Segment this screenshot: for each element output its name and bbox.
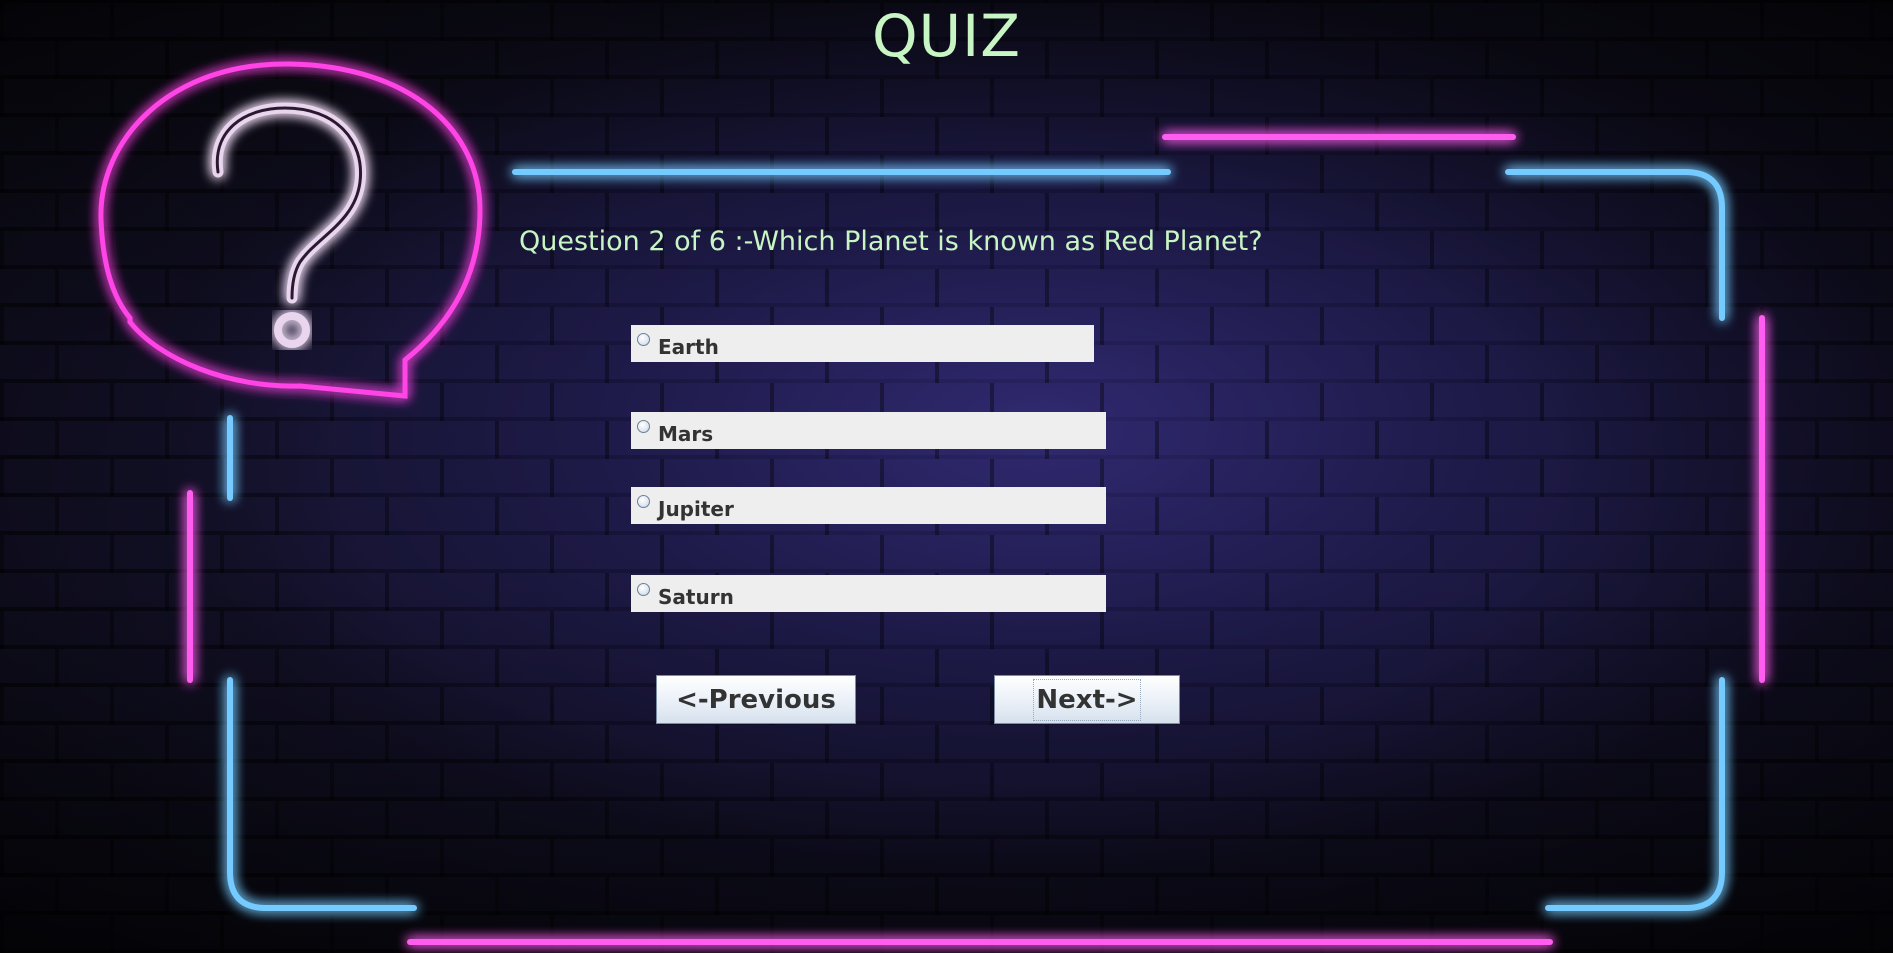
blue-neon-frame — [227, 169, 1725, 911]
quiz-title: QUIZ — [872, 2, 1021, 70]
radio-button-icon[interactable] — [637, 333, 650, 346]
option-label: Earth — [658, 334, 719, 359]
next-button[interactable]: Next-> — [994, 675, 1180, 724]
previous-button-label: <-Previous — [676, 684, 836, 715]
radio-button-icon[interactable] — [637, 583, 650, 596]
question-mark-speech-bubble-icon — [98, 61, 483, 399]
radio-button-icon[interactable] — [637, 495, 650, 508]
option-jupiter[interactable]: Jupiter — [631, 487, 1106, 524]
option-mars[interactable]: Mars — [631, 412, 1106, 449]
option-label: Jupiter — [658, 496, 734, 521]
quiz-window: QUIZ Question 2 of 6 :-Which Planet is k… — [0, 0, 1893, 953]
next-button-label: Next-> — [1033, 678, 1141, 721]
option-label: Mars — [658, 421, 714, 446]
neon-frame-decoration — [98, 61, 1765, 945]
option-label: Saturn — [658, 584, 734, 609]
previous-button[interactable]: <-Previous — [656, 675, 856, 724]
radio-button-icon[interactable] — [637, 420, 650, 433]
question-text: Question 2 of 6 :-Which Planet is known … — [519, 226, 1263, 257]
option-earth[interactable]: Earth — [631, 325, 1094, 362]
pink-neon-frame — [187, 134, 1765, 945]
option-saturn[interactable]: Saturn — [631, 575, 1106, 612]
